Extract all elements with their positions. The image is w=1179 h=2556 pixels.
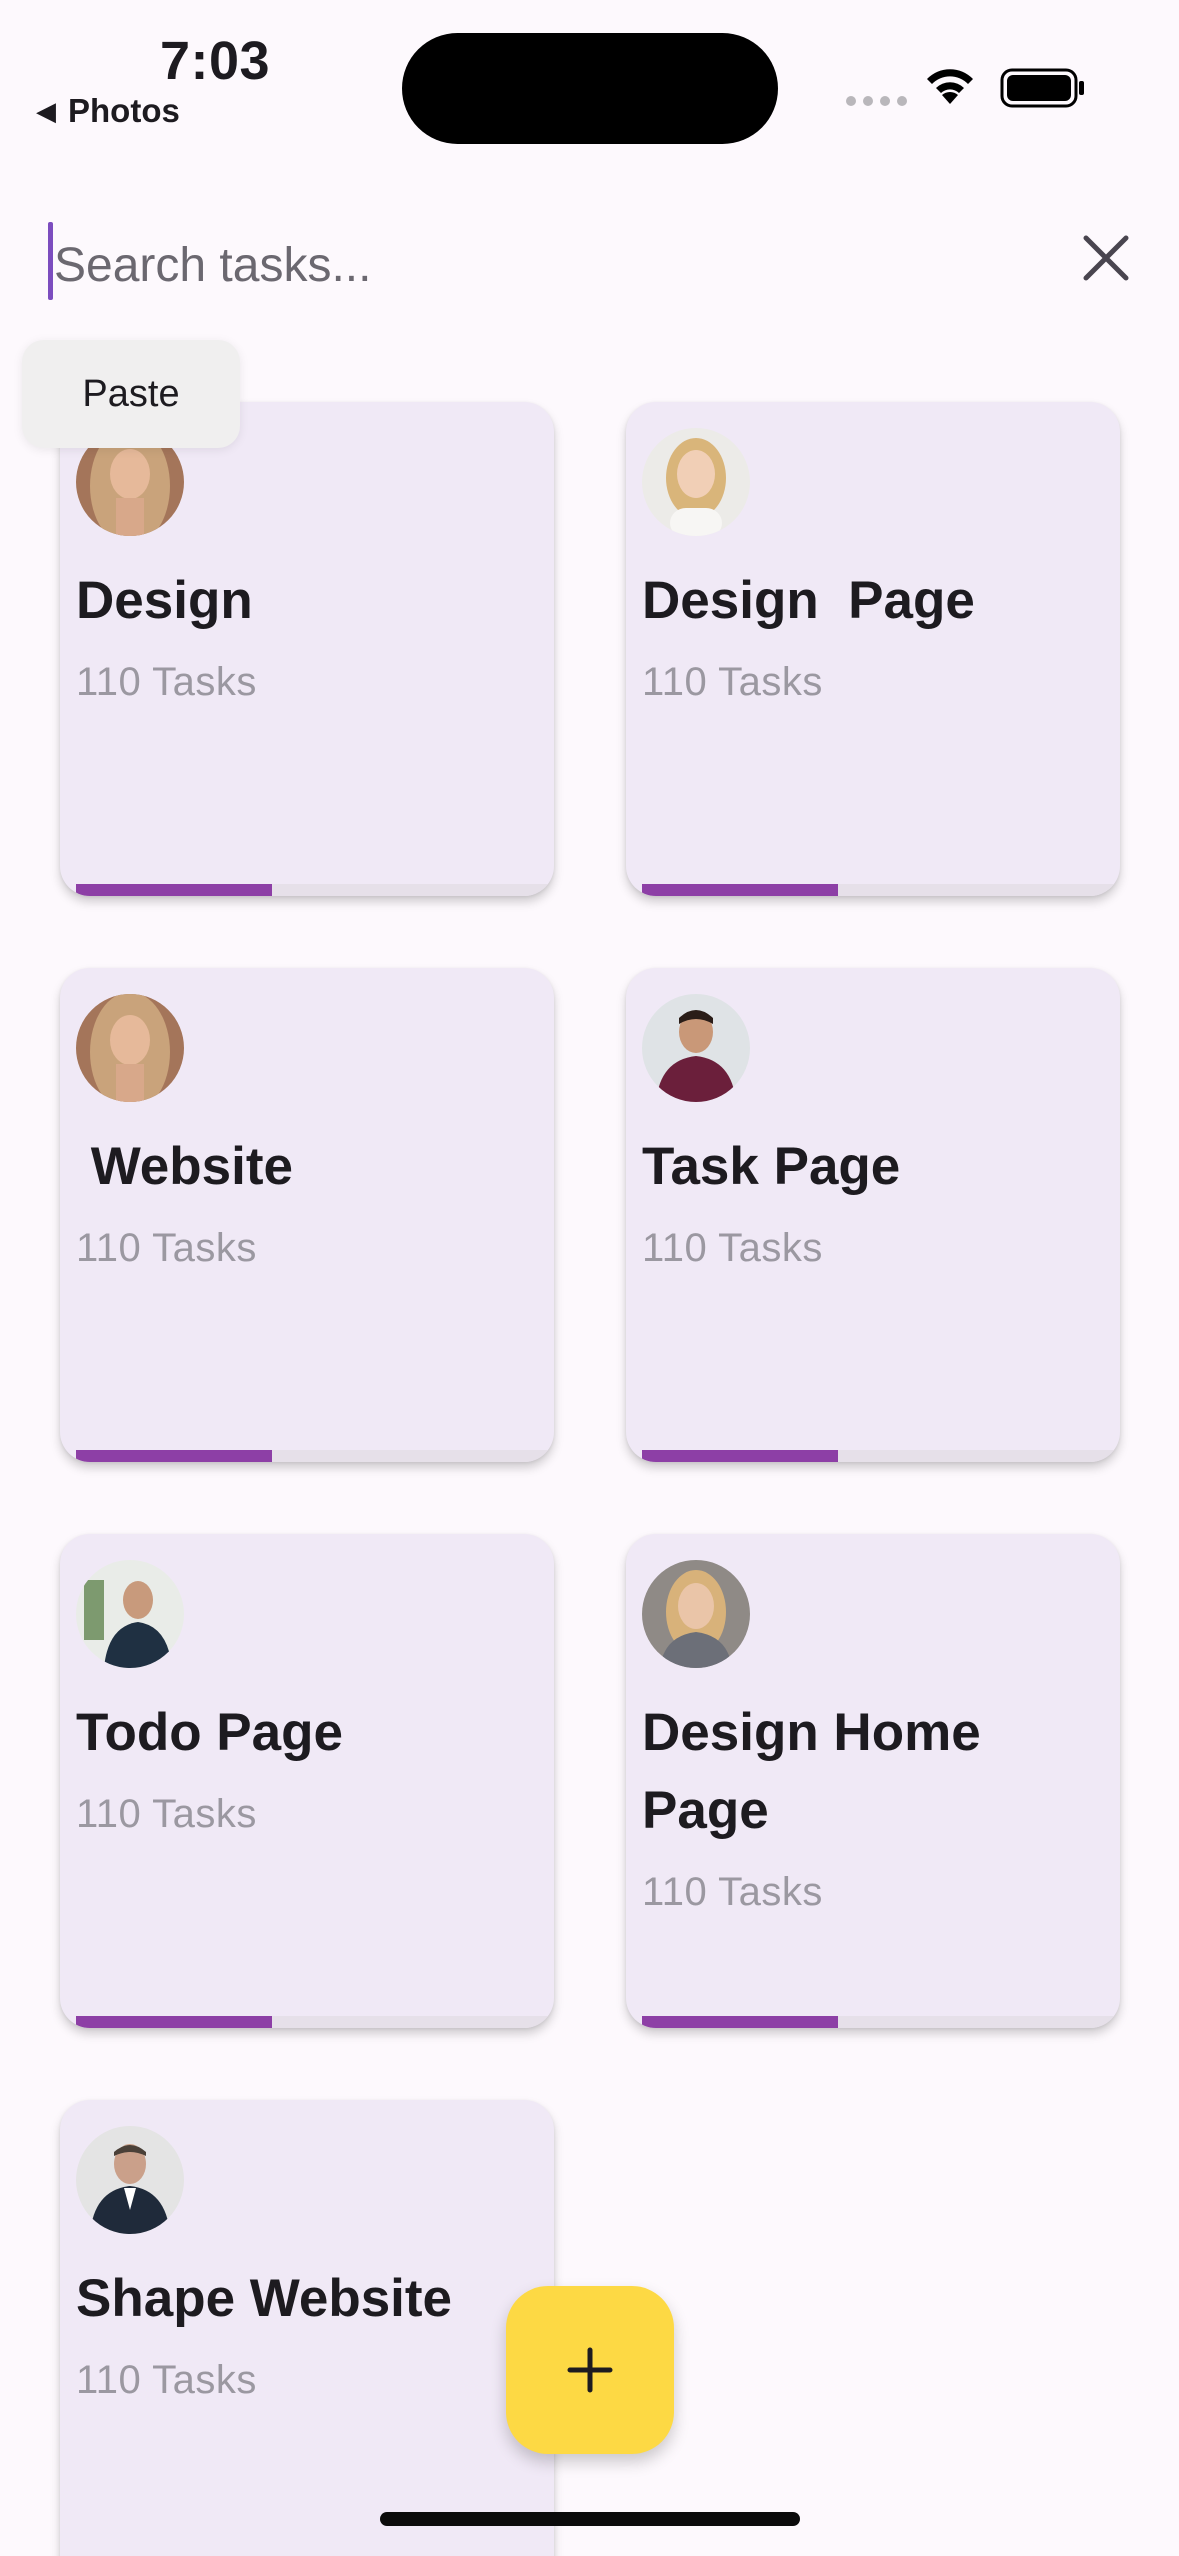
- task-count: 110 Tasks: [642, 1226, 823, 1270]
- dynamic-island: [402, 33, 778, 144]
- avatar: [642, 1560, 750, 1668]
- progress-bar: [642, 2016, 1120, 2028]
- add-task-button[interactable]: [506, 2286, 674, 2454]
- search-input[interactable]: [54, 232, 954, 298]
- close-icon[interactable]: [1080, 232, 1132, 284]
- card-title: Shape Website: [76, 2269, 453, 2328]
- card-title: Design: [76, 571, 253, 630]
- avatar: [76, 2126, 184, 2234]
- back-arrow-icon: ◀: [36, 95, 56, 126]
- card-title: Task Page: [642, 1137, 901, 1196]
- project-card[interactable]: Website 110 Tasks: [60, 968, 554, 1462]
- card-title: Design Home Page: [642, 1703, 996, 1840]
- avatar: [642, 428, 750, 536]
- search-bar: [40, 210, 1150, 320]
- project-card[interactable]: Design 110 Tasks: [60, 402, 554, 896]
- task-count: 110 Tasks: [642, 660, 823, 704]
- back-to-photos-link[interactable]: ◀ Photos: [36, 92, 180, 130]
- progress-bar: [76, 884, 554, 896]
- task-count: 110 Tasks: [642, 1870, 823, 1914]
- task-count: 110 Tasks: [76, 660, 257, 704]
- home-indicator: [380, 2512, 800, 2526]
- avatar: [76, 994, 184, 1102]
- card-title: Design Page: [642, 571, 975, 630]
- project-card[interactable]: Design Home Page 110 Tasks: [626, 1534, 1120, 2028]
- avatar: [76, 1560, 184, 1668]
- task-count: 110 Tasks: [76, 1226, 257, 1270]
- progress-bar: [642, 884, 1120, 896]
- project-card[interactable]: Todo Page 110 Tasks: [60, 1534, 554, 2028]
- text-caret: [48, 222, 53, 300]
- cellular-signal-icon: [846, 96, 907, 106]
- task-count: 110 Tasks: [76, 1792, 257, 1836]
- plus-icon: [567, 2347, 613, 2393]
- wifi-icon: [927, 69, 973, 104]
- task-app-screen: 7:03 ◀ Photos Paste De: [0, 0, 1179, 2556]
- card-title: Website: [76, 1137, 293, 1196]
- project-card[interactable]: Design Page 110 Tasks: [626, 402, 1120, 896]
- progress-bar: [76, 1450, 554, 1462]
- project-card[interactable]: Shape Website 110 Tasks: [60, 2100, 554, 2556]
- progress-bar: [76, 2016, 554, 2028]
- project-card[interactable]: Task Page 110 Tasks: [626, 968, 1120, 1462]
- progress-bar: [642, 1450, 1120, 1462]
- status-time: 7:03: [160, 31, 271, 91]
- battery-icon: [1000, 68, 1084, 108]
- card-title: Todo Page: [76, 1703, 343, 1762]
- back-label: Photos: [68, 92, 180, 129]
- avatar: [642, 994, 750, 1102]
- paste-menu-item[interactable]: Paste: [22, 340, 240, 448]
- task-count: 110 Tasks: [76, 2358, 257, 2402]
